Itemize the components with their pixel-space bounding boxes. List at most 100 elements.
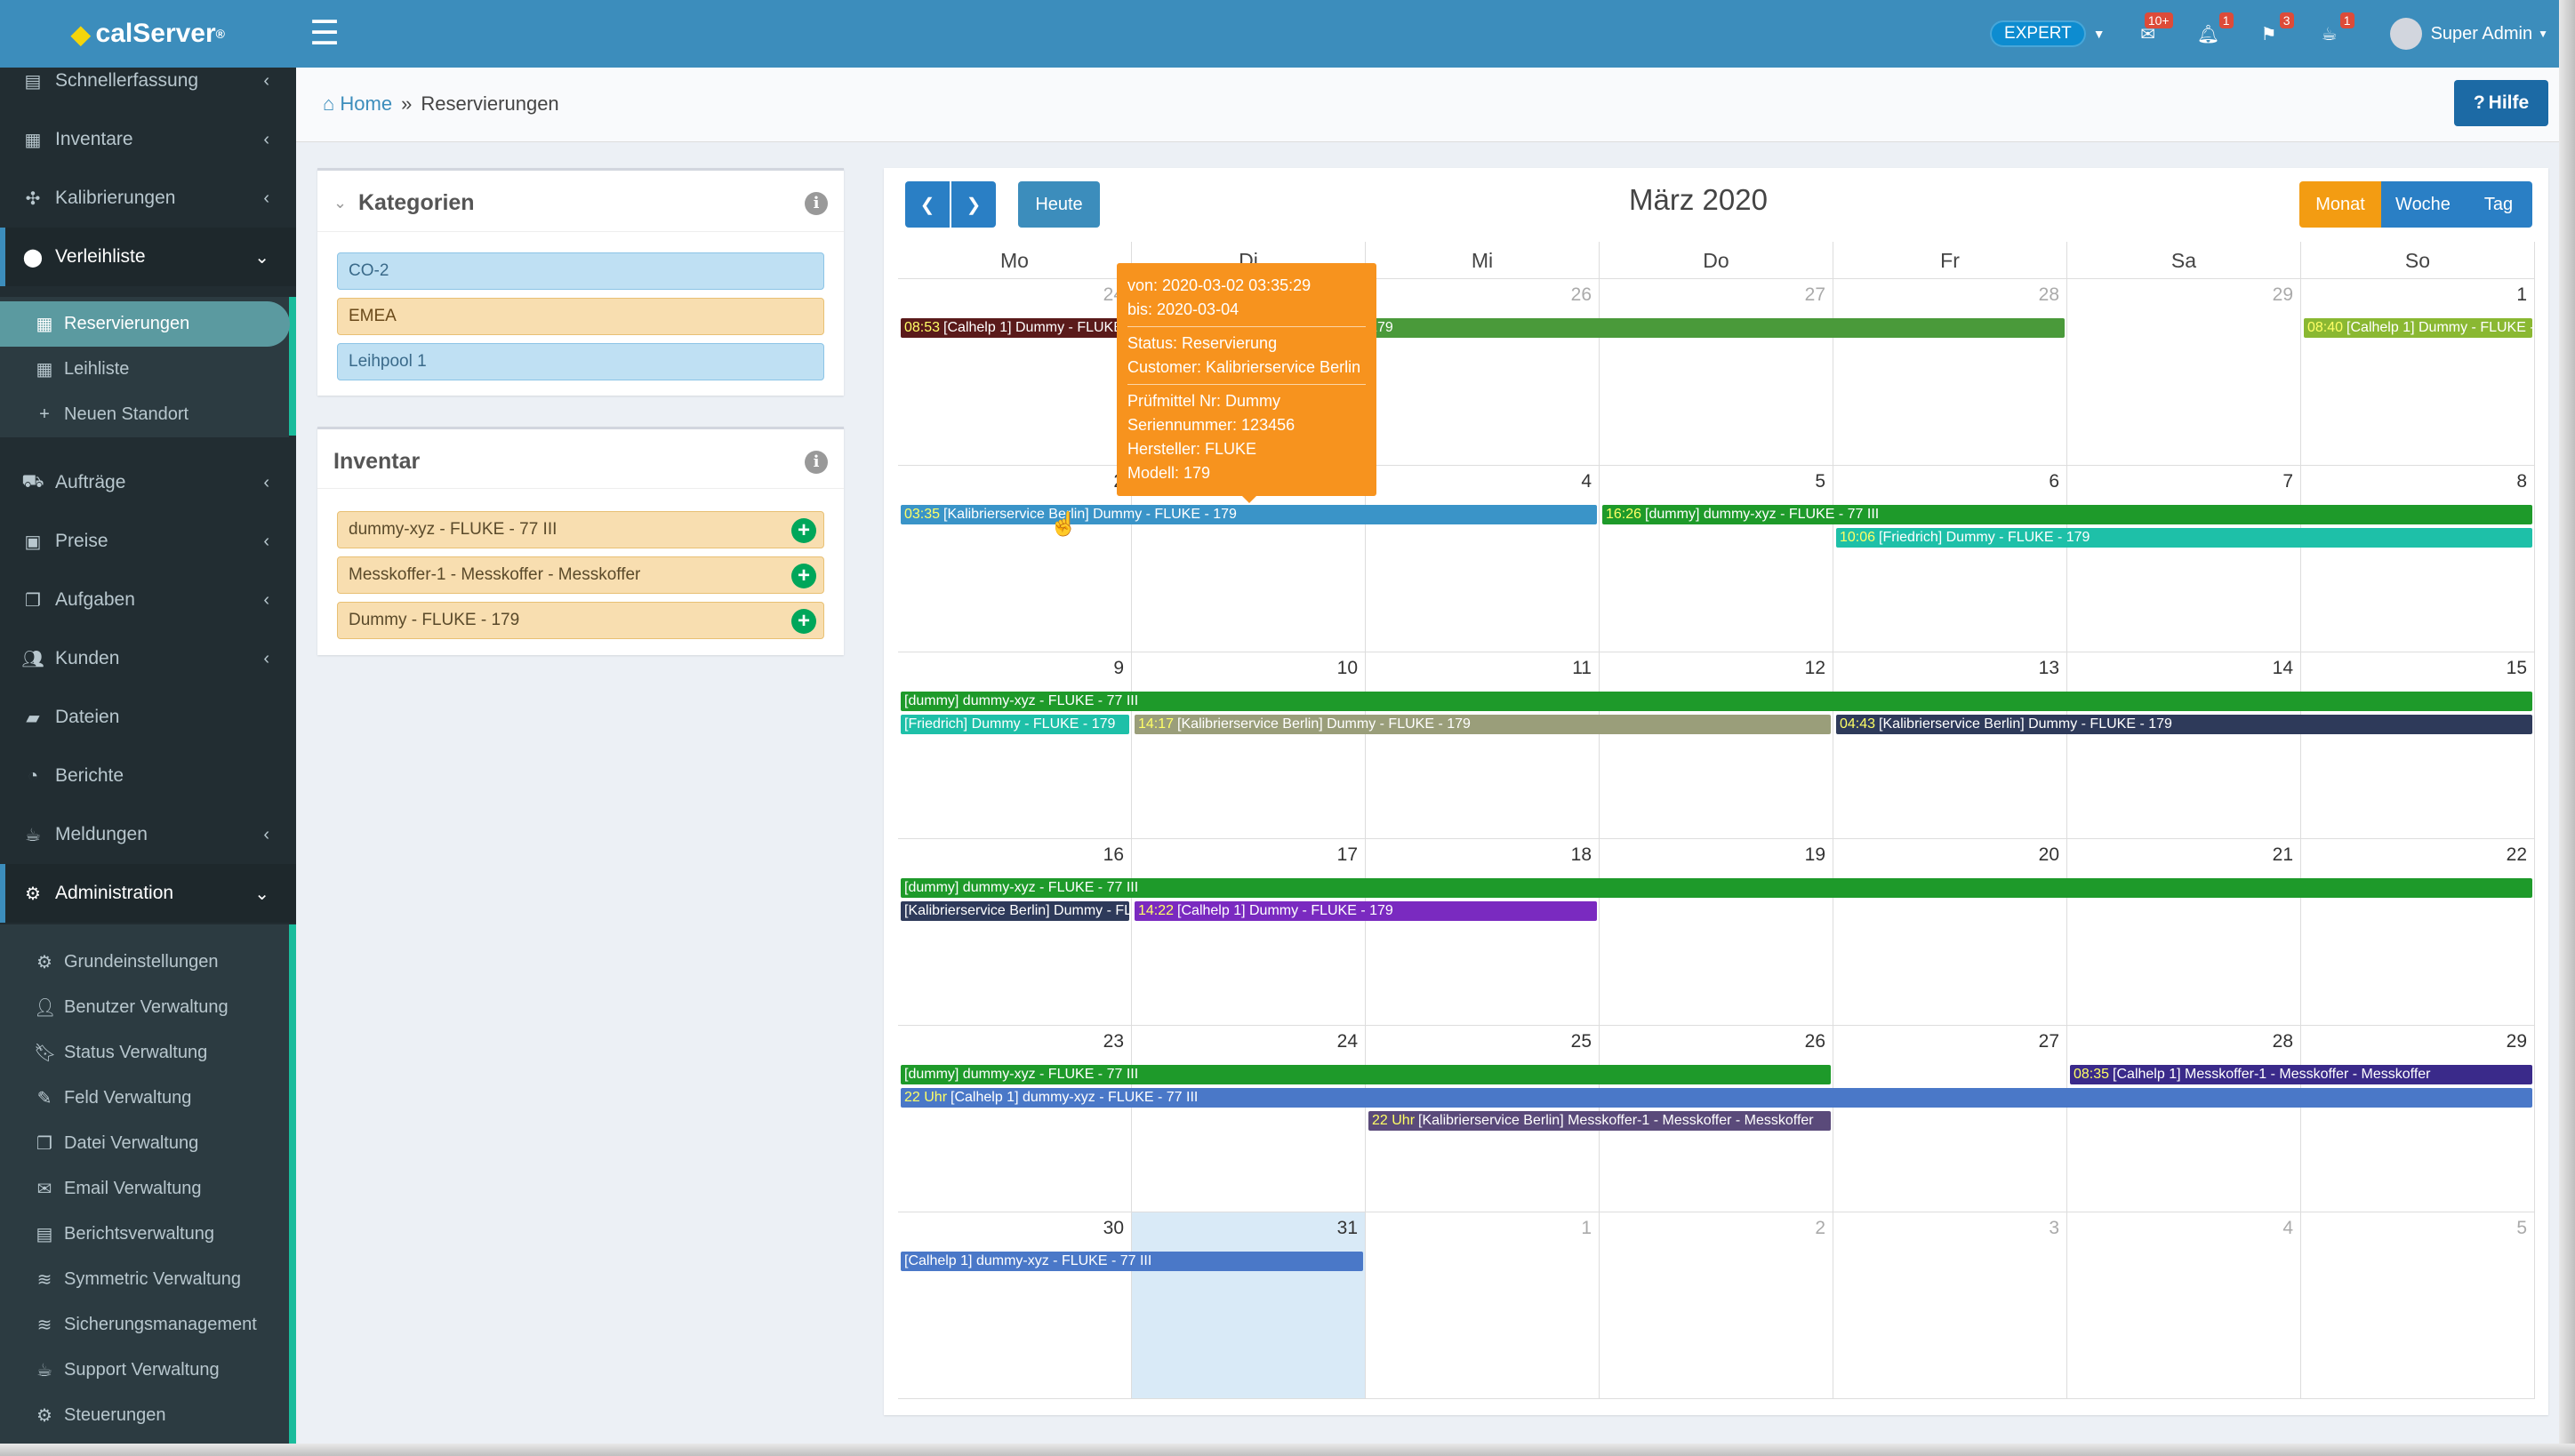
calendar-event[interactable]: 10:06 [Friedrich] Dummy - FLUKE - 179 (1836, 528, 2532, 548)
day-cell[interactable]: 8 (2301, 466, 2535, 652)
sidebar-item-preise[interactable]: ▣ Preise ‹ (0, 512, 296, 571)
sidebar-sub-email[interactable]: ✉ Email Verwaltung (0, 1166, 289, 1212)
sidebar-sub-symmetric[interactable]: ≋ Symmetric Verwaltung (0, 1257, 289, 1302)
day-cell[interactable]: 2 (1600, 1212, 1833, 1399)
day-number[interactable]: 3 (2049, 1218, 2059, 1239)
day-number[interactable]: 21 (2273, 844, 2293, 866)
day-number[interactable]: 31 (1337, 1218, 1358, 1239)
sidebar-item-berichte[interactable]: ◔ Berichte (0, 747, 296, 805)
day-cell[interactable]: 14 (2067, 652, 2301, 839)
calendar-event[interactable]: [Kalibrierservice Berlin] Dummy - FLUKE … (901, 901, 1129, 921)
envelope-icon[interactable]: ✉ 10+ (2130, 12, 2173, 52)
day-number[interactable]: 10 (1337, 658, 1358, 679)
calendar-event[interactable]: 14:22 [Calhelp 1] Dummy - FLUKE - 179 (1135, 901, 1597, 921)
sidebar-sub-benutzer[interactable]: 👤︎ Benutzer Verwaltung (0, 985, 289, 1030)
sidebar-item-inventare[interactable]: ▦ Inventare ‹ (0, 110, 296, 169)
day-number[interactable]: 14 (2273, 658, 2293, 679)
view-month-button[interactable]: Monat (2299, 181, 2381, 228)
day-cell[interactable]: 7 (2067, 466, 2301, 652)
sidebar-sub-reservierungen[interactable]: ▦ Reservierungen (0, 301, 290, 347)
day-number[interactable]: 28 (2273, 1031, 2293, 1052)
day-cell[interactable]: 19 (1600, 839, 1833, 1026)
flag-icon[interactable]: ⚑ 3 (2251, 12, 2294, 52)
calendar-event[interactable]: 14:17 [Kalibrierservice Berlin] Dummy - F… (1135, 715, 1831, 734)
sidebar-sub-berichtsverwaltung[interactable]: ▤ Berichtsverwaltung (0, 1212, 289, 1257)
sidebar-sub-neuen-standort[interactable]: + Neuen Standort (0, 392, 289, 437)
calendar-event[interactable]: [Friedrich] Dummy - FLUKE - 179 (901, 715, 1129, 734)
day-cell[interactable]: 2 (898, 466, 1132, 652)
day-number[interactable]: 29 (2507, 1031, 2527, 1052)
sidebar-item-kunden[interactable]: 👥︎ Kunden ‹ (0, 629, 296, 688)
day-cell[interactable]: 1 (1366, 1212, 1600, 1399)
category-item[interactable]: CO-2 (337, 252, 824, 290)
category-item[interactable]: Leihpool 1 (337, 343, 824, 380)
day-number[interactable]: 7 (2282, 471, 2293, 492)
calendar-event[interactable]: 04:43 [Kalibrierservice Berlin] Dummy - F… (1836, 715, 2532, 734)
day-number[interactable]: 27 (1805, 284, 1825, 306)
day-cell[interactable]: 4 (1366, 466, 1600, 652)
day-number[interactable]: 20 (2039, 844, 2059, 866)
day-number[interactable]: 27 (2039, 1031, 2059, 1052)
day-number[interactable]: 4 (2282, 1218, 2293, 1239)
inventory-item[interactable]: Messkoffer-1 - Messkoffer - Messkoffer + (337, 556, 824, 594)
calendar-event[interactable]: 22 Uhr [Calhelp 1] dummy-xyz - FLUKE - 77… (901, 1088, 2532, 1108)
day-cell[interactable]: 24 (1132, 1026, 1366, 1212)
chevron-down-icon[interactable]: ⌄ (333, 194, 347, 212)
day-cell[interactable]: 13 (1833, 652, 2067, 839)
day-number[interactable]: 12 (1805, 658, 1825, 679)
sidebar-sub-feld[interactable]: ✎ Feld Verwaltung (0, 1076, 289, 1121)
calendar-event[interactable]: 03:35 [Kalibrierservice Berlin] Dummy - F… (901, 505, 1597, 524)
day-cell[interactable]: 17 (1132, 839, 1366, 1026)
calendar-event[interactable]: 08:53[Calhelp 1] Dummy - FLUKE - 179 (901, 318, 1129, 338)
day-number[interactable]: 9 (1113, 658, 1124, 679)
cup-icon[interactable]: ☕︎ 1 (2312, 12, 2354, 52)
day-cell[interactable]: 22 (2301, 839, 2535, 1026)
day-cell[interactable]: 31 (1132, 1212, 1366, 1399)
sidebar-sub-datei[interactable]: ❐ Datei Verwaltung (0, 1121, 289, 1166)
day-number[interactable]: 13 (2039, 658, 2059, 679)
day-cell[interactable]: 26 (1366, 279, 1600, 466)
day-cell[interactable]: 28 (2067, 1026, 2301, 1212)
calendar-event[interactable]: [dummy] dummy-xyz - FLUKE - 77 III (901, 878, 2532, 898)
day-number[interactable]: 6 (2049, 471, 2059, 492)
day-cell[interactable]: 20 (1833, 839, 2067, 1026)
calendar-event[interactable]: 08:40[Calhelp 1] Dummy - FLUKE - 179 (2304, 318, 2532, 338)
add-icon[interactable]: + (791, 518, 816, 543)
day-cell[interactable]: 5 (1600, 466, 1833, 652)
day-number[interactable]: 15 (2507, 658, 2527, 679)
day-number[interactable]: 26 (1805, 1031, 1825, 1052)
day-number[interactable]: 29 (2273, 284, 2293, 306)
sidebar-item-aufgaben[interactable]: ❐ Aufgaben ‹ (0, 571, 296, 629)
day-number[interactable]: 1 (2516, 284, 2527, 306)
day-cell[interactable]: 9 (898, 652, 1132, 839)
sidebar-item-schnellerfassung[interactable]: ▤ Schnellerfassung ‹ (0, 52, 296, 110)
calendar-event[interactable]: [dummy] dummy-xyz - FLUKE - 77 III (901, 1065, 1831, 1084)
day-cell[interactable]: 11 (1366, 652, 1600, 839)
sidebar-item-administration[interactable]: ⚙ Administration ⌄ (0, 864, 296, 923)
calendar-event[interactable]: 16:26 [dummy] dummy-xyz - FLUKE - 77 III (1602, 505, 2532, 524)
day-cell[interactable]: 1 (2301, 279, 2535, 466)
day-number[interactable]: 18 (1571, 844, 1592, 866)
day-cell[interactable]: 21 (2067, 839, 2301, 1026)
day-cell[interactable]: 5 (2301, 1212, 2535, 1399)
sidebar-item-verleihliste[interactable]: ⬤ Verleihliste ⌄ (0, 228, 296, 286)
day-cell[interactable]: 10 (1132, 652, 1366, 839)
user-menu[interactable]: Super Admin ▼ (2389, 18, 2548, 50)
chevron-down-icon[interactable]: ▼ (2093, 27, 2106, 41)
day-number[interactable]: 5 (2516, 1218, 2527, 1239)
sidebar-item-kalibrierungen[interactable]: ✣ Kalibrierungen ‹ (0, 169, 296, 228)
day-cell[interactable]: 28 (1833, 279, 2067, 466)
day-number[interactable]: 28 (2039, 284, 2059, 306)
day-cell[interactable]: 29 (2067, 279, 2301, 466)
day-cell[interactable]: 15 (2301, 652, 2535, 839)
day-cell[interactable]: 29 (2301, 1026, 2535, 1212)
info-icon[interactable]: i (805, 451, 828, 474)
day-cell[interactable]: 30 (898, 1212, 1132, 1399)
day-number[interactable]: 25 (1571, 1031, 1592, 1052)
sidebar-sub-leihliste[interactable]: ▦ Leihliste (0, 347, 289, 392)
day-cell[interactable]: 24 (898, 279, 1132, 466)
day-number[interactable]: 4 (1581, 471, 1592, 492)
day-number[interactable]: 26 (1571, 284, 1592, 306)
view-week-button[interactable]: Woche (2381, 181, 2465, 228)
day-number[interactable]: 11 (1572, 658, 1592, 679)
